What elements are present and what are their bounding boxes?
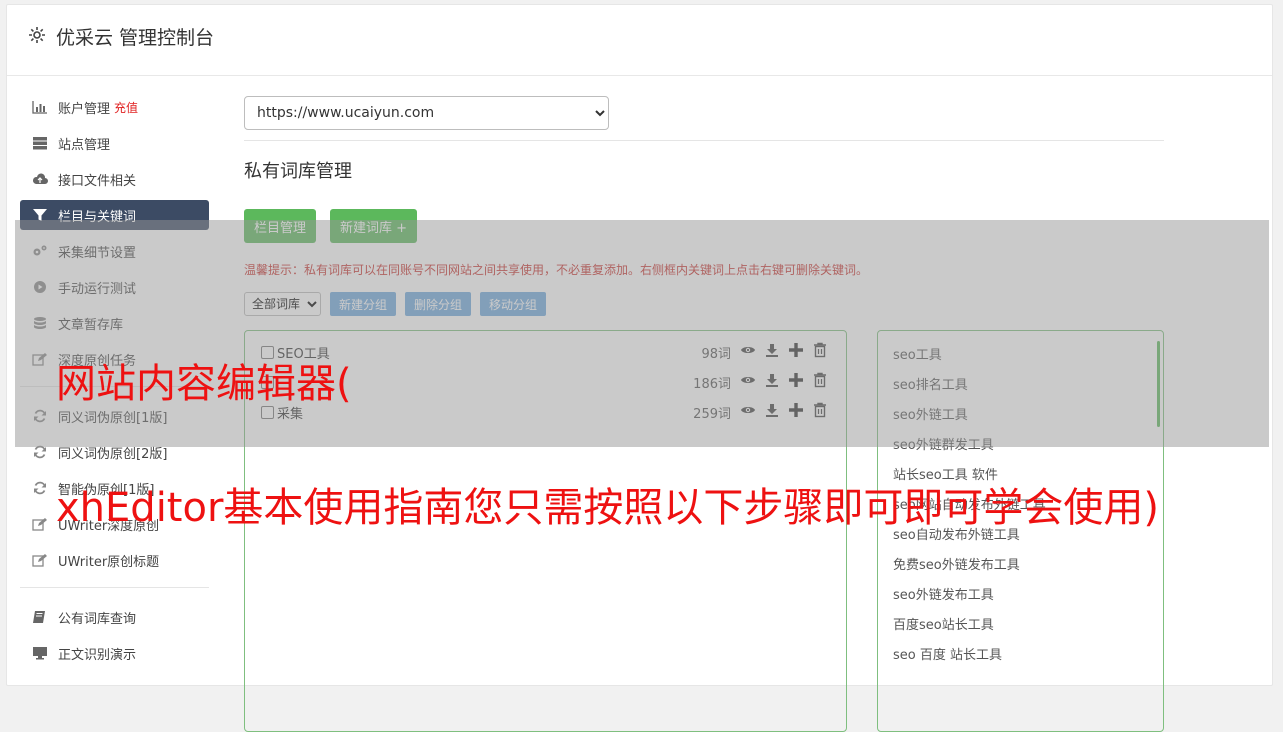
keyword-item[interactable]: 免费seo外链发布工具 bbox=[893, 551, 1046, 581]
sidebar-item[interactable]: 公有词库查询 bbox=[20, 602, 209, 632]
sidebar-item-label: UWriter原创标题 bbox=[58, 554, 160, 570]
gear-icon bbox=[27, 25, 47, 45]
book-icon bbox=[31, 610, 49, 624]
overlay-banner bbox=[15, 220, 1269, 447]
site-select[interactable]: https://www.ucaiyun.com bbox=[244, 96, 609, 130]
server-icon bbox=[31, 136, 49, 150]
sidebar-item-label: 正文识别演示 bbox=[58, 647, 137, 663]
sidebar-item[interactable]: 正文识别演示 bbox=[20, 638, 209, 668]
sidebar-item[interactable]: UWriter原创标题 bbox=[20, 545, 209, 575]
monitor-icon bbox=[31, 646, 49, 660]
refresh-icon bbox=[31, 481, 49, 495]
edit-icon bbox=[31, 517, 49, 531]
recharge-link[interactable]: 充值 bbox=[114, 99, 138, 116]
section-title: 私有词库管理 bbox=[244, 161, 352, 182]
sidebar-item[interactable]: 站点管理 bbox=[20, 128, 209, 158]
sidebar-item-label: 接口文件相关 bbox=[58, 173, 137, 189]
caption-line-1: 网站内容编辑器( bbox=[56, 361, 352, 407]
sidebar-item-label: 公有词库查询 bbox=[58, 611, 137, 627]
caption-line-2: xhEditor基本使用指南您只需按照以下步骤即可即可学会使用) bbox=[56, 485, 1160, 531]
app-title: 优采云 管理控制台 bbox=[56, 27, 215, 49]
keyword-item[interactable]: 百度seo站长工具 bbox=[893, 611, 1046, 641]
keyword-item[interactable]: seo外链发布工具 bbox=[893, 581, 1046, 611]
sidebar-item-label: 站点管理 bbox=[58, 137, 111, 153]
header: 优采云 管理控制台 bbox=[7, 5, 1272, 76]
sidebar-divider bbox=[20, 587, 209, 588]
sidebar-item[interactable]: 接口文件相关 bbox=[20, 164, 209, 194]
sidebar-item[interactable]: 账户管理 充值 bbox=[20, 92, 209, 122]
refresh-icon bbox=[31, 445, 49, 459]
sidebar-item-label: 账户管理 bbox=[58, 101, 111, 117]
edit-icon bbox=[31, 553, 49, 567]
divider bbox=[244, 140, 1164, 141]
cloud-upload-icon bbox=[31, 172, 49, 186]
bar-chart-icon bbox=[31, 100, 49, 114]
